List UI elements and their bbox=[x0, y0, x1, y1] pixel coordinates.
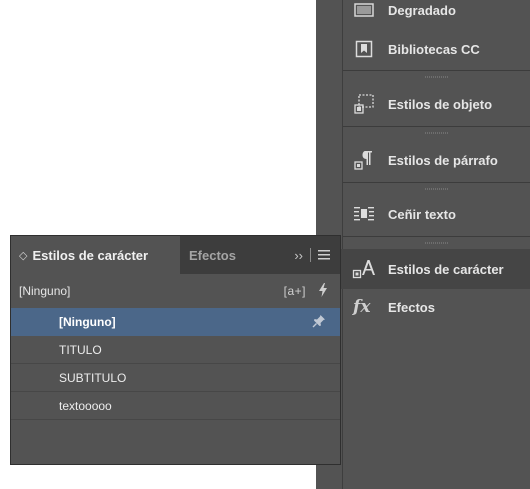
object-styles-icon bbox=[352, 92, 376, 116]
tab-label: Efectos bbox=[189, 247, 236, 263]
dock-item-cc-libraries[interactable]: Bibliotecas CC bbox=[340, 29, 530, 69]
tab-character-styles[interactable]: ◇ Estilos de carácter bbox=[11, 236, 180, 274]
dock-item-character-styles[interactable]: Estilos de carácter bbox=[340, 249, 530, 289]
list-item[interactable]: textooooo bbox=[11, 392, 340, 420]
locked-style-icon bbox=[312, 314, 326, 331]
style-name: textooooo bbox=[59, 398, 112, 413]
panel-group-grip[interactable] bbox=[343, 236, 530, 248]
dock-item-label: Degradado bbox=[388, 2, 456, 18]
dock-item-label: Estilos de carácter bbox=[388, 261, 504, 277]
tab-label: Estilos de carácter bbox=[32, 247, 149, 263]
list-item[interactable]: [Ninguno] bbox=[11, 308, 340, 336]
dock-item-gradient[interactable]: Degradado bbox=[340, 0, 530, 30]
dock-item-label: Estilos de párrafo bbox=[388, 152, 498, 168]
panel-menu-icon[interactable] bbox=[318, 248, 330, 263]
panel-tab-bar: ◇ Estilos de carácter Efectos ›› bbox=[11, 236, 340, 274]
dock-item-text-wrap[interactable]: Ceñir texto bbox=[340, 194, 530, 234]
tab-effects[interactable]: Efectos bbox=[189, 236, 236, 274]
style-name: [Ninguno] bbox=[59, 314, 116, 329]
character-styles-icon bbox=[352, 257, 376, 281]
dock-item-label: Estilos de objeto bbox=[388, 96, 493, 112]
list-item[interactable]: TITULO bbox=[11, 336, 340, 364]
panel-controls: ›› bbox=[294, 236, 330, 274]
dock-item-effects[interactable]: fx Efectos bbox=[340, 287, 530, 327]
dock-item-label: Efectos bbox=[388, 299, 435, 315]
effects-icon: fx bbox=[352, 295, 376, 319]
divider bbox=[310, 248, 311, 262]
panel-group-grip[interactable] bbox=[343, 182, 530, 194]
dock-item-object-styles[interactable]: Estilos de objeto bbox=[340, 84, 530, 124]
style-name: SUBTITULO bbox=[59, 370, 127, 385]
toolbar-actions: [a+] bbox=[284, 274, 328, 308]
panel-group-grip[interactable] bbox=[343, 126, 530, 138]
panel-group-grip[interactable] bbox=[343, 70, 530, 82]
quick-apply-icon[interactable] bbox=[318, 282, 328, 300]
dock-item-paragraph-styles[interactable]: Estilos de párrafo bbox=[340, 140, 530, 180]
dock-item-label: Ceñir texto bbox=[388, 206, 456, 222]
list-item[interactable]: SUBTITULO bbox=[11, 364, 340, 392]
new-style-button[interactable]: [a+] bbox=[284, 284, 306, 298]
style-list: [Ninguno] TITULO SUBTITULO textooooo bbox=[11, 308, 340, 420]
panel-toolbar: [Ninguno] [a+] bbox=[11, 274, 340, 308]
character-styles-panel: ◇ Estilos de carácter Efectos ›› [Ningun… bbox=[10, 235, 341, 465]
gradient-icon bbox=[352, 0, 376, 22]
paragraph-styles-icon bbox=[352, 148, 376, 172]
cc-libraries-icon bbox=[352, 37, 376, 61]
dock-item-label: Bibliotecas CC bbox=[388, 41, 480, 57]
current-style-label: [Ninguno] bbox=[19, 284, 71, 298]
text-wrap-icon bbox=[352, 202, 376, 226]
svg-text:fx: fx bbox=[352, 297, 371, 317]
expand-panel-icon[interactable]: ›› bbox=[294, 248, 303, 263]
style-name: TITULO bbox=[59, 342, 102, 357]
collapse-toggle-icon[interactable]: ◇ bbox=[19, 249, 27, 262]
